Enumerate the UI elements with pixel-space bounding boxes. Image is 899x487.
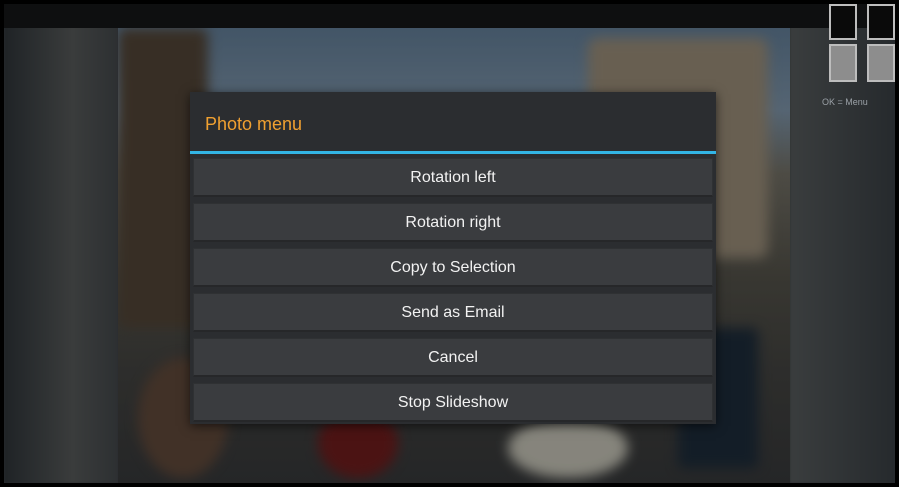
top-band (4, 4, 895, 28)
stop-slideshow-button[interactable]: Stop Slideshow (193, 383, 713, 422)
copy-to-selection-button[interactable]: Copy to Selection (193, 248, 713, 287)
cancel-button[interactable]: Cancel (193, 338, 713, 377)
rotation-right-button[interactable]: Rotation right (193, 203, 713, 242)
rotation-left-button[interactable]: Rotation left (193, 158, 713, 197)
ok-menu-hint: OK = Menu (822, 97, 868, 107)
title-divider (190, 151, 716, 154)
dialog-title: Photo menu (205, 114, 303, 134)
send-as-email-button[interactable]: Send as Email (193, 293, 713, 332)
photo-menu-dialog: Photo menu Rotation left Rotation right … (190, 92, 716, 424)
blurred-photo-left (4, 4, 118, 483)
